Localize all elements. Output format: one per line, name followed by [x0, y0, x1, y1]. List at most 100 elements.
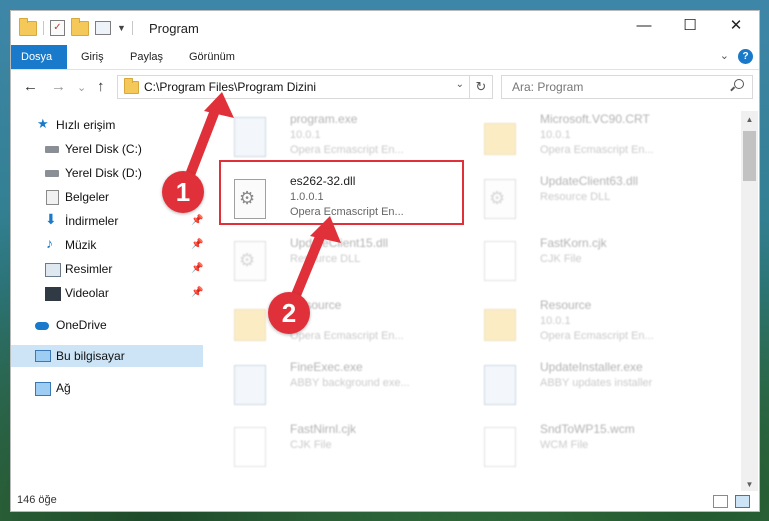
- properties-icon[interactable]: [95, 21, 111, 35]
- pin-icon[interactable]: 📌: [191, 234, 203, 256]
- file-tile[interactable]: SndToWP15.wcm WCM File: [466, 421, 706, 479]
- scroll-up-icon[interactable]: ▲: [741, 111, 758, 128]
- sidebar-item-label: Hızlı erişim: [56, 118, 116, 132]
- tab-home[interactable]: Giriş: [71, 45, 114, 69]
- file-detail: ABBY background exe...: [290, 377, 410, 389]
- cloud-icon: [35, 322, 49, 330]
- close-button[interactable]: ✕: [713, 11, 759, 41]
- checkmark-icon[interactable]: ✓: [50, 20, 65, 36]
- address-path[interactable]: C:\Program Files\Program Dizini: [144, 80, 316, 94]
- tab-view[interactable]: Görünüm: [179, 45, 245, 69]
- refresh-button[interactable]: ↻: [469, 76, 492, 98]
- help-icon[interactable]: ?: [738, 49, 753, 64]
- sidebar-item-label: İndirmeler: [65, 214, 119, 228]
- minimize-button[interactable]: —: [621, 11, 667, 41]
- file-detail: 10.0.1: [540, 315, 571, 327]
- file-name: Resource: [540, 298, 592, 312]
- sidebar-item-label: Videolar: [65, 286, 109, 300]
- tab-file[interactable]: Dosya: [11, 45, 67, 69]
- file-name: FastKorn.cjk: [540, 236, 607, 250]
- sidebar-item-pictures[interactable]: Resimler 📌: [11, 258, 203, 280]
- pin-icon[interactable]: 📌: [191, 282, 203, 304]
- recent-locations-icon[interactable]: ⌄: [77, 81, 86, 94]
- step-1-badge: 1: [162, 171, 204, 213]
- sidebar-item-onedrive[interactable]: OneDrive: [11, 314, 203, 336]
- dll-icon: [484, 179, 516, 219]
- window-title: Program: [149, 21, 199, 36]
- search-input[interactable]: Ara: Program: [512, 80, 583, 94]
- vertical-scrollbar[interactable]: ▲ ▼: [741, 111, 758, 493]
- file-tile[interactable]: Microsoft.VC90.CRT 10.0.1 Opera Ecmascri…: [466, 111, 706, 169]
- music-icon: ♪: [46, 235, 53, 251]
- tab-share[interactable]: Paylaş: [120, 45, 173, 69]
- file-tile[interactable]: Resource 10.0.1 Opera Ecmascript En...: [466, 297, 706, 355]
- star-icon: ★: [37, 116, 49, 131]
- exe-icon: [234, 365, 266, 405]
- details-view-icon[interactable]: [713, 495, 728, 508]
- sidebar-item-label: Müzik: [65, 238, 97, 252]
- sidebar-item-videos[interactable]: Videolar 📌: [11, 282, 203, 304]
- file-detail: Opera Ecmascript En...: [540, 144, 654, 156]
- ribbon-expand-icon[interactable]: ⌄: [720, 49, 729, 62]
- file-tile[interactable]: Resource Opera Ecmascript En...: [216, 297, 456, 355]
- sidebar-item-downloads[interactable]: ⬇ İndirmeler 📌: [11, 210, 203, 232]
- folder-icon[interactable]: [19, 17, 37, 36]
- quick-access-toolbar: ✓ ▼: [19, 17, 133, 36]
- file-name: UpdateClient63.dll: [540, 174, 639, 188]
- folder-icon: [484, 309, 516, 341]
- file-tile[interactable]: FineExec.exe ABBY background exe...: [216, 359, 456, 417]
- step-2-badge: 2: [268, 292, 310, 334]
- folder-icon: [124, 78, 139, 94]
- file-tile[interactable]: FastNirnl.cjk CJK File: [216, 421, 456, 479]
- pin-icon[interactable]: 📌: [191, 210, 203, 232]
- sidebar-item-label: Bu bilgisayar: [56, 349, 125, 363]
- forward-button[interactable]: →: [51, 78, 66, 95]
- file-detail: Opera Ecmascript En...: [290, 330, 404, 342]
- file-detail: 10.0.1: [290, 129, 321, 141]
- sidebar-item-disk-c[interactable]: Yerel Disk (C:): [11, 138, 203, 160]
- status-bar: 146 öğe: [11, 491, 759, 511]
- videos-icon: [45, 287, 61, 301]
- folder-icon: [234, 309, 266, 341]
- exe-icon: [484, 365, 516, 405]
- address-bar[interactable]: C:\Program Files\Program Dizini ⌄ ↻: [117, 75, 493, 99]
- sidebar-item-label: Resimler: [65, 262, 113, 276]
- sidebar-item-label: OneDrive: [56, 318, 107, 332]
- sidebar-item-network[interactable]: Ağ: [11, 377, 203, 399]
- search-box[interactable]: Ara: Program: [501, 75, 753, 99]
- sidebar-item-label: Ağ: [56, 381, 71, 395]
- file-detail: Resource DLL: [290, 253, 361, 265]
- file-detail: Resource DLL: [540, 191, 611, 203]
- sidebar-item-label: Yerel Disk (C:): [65, 142, 142, 156]
- large-icons-view-icon[interactable]: [735, 495, 750, 508]
- sidebar-item-music[interactable]: ♪ Müzik 📌: [11, 234, 203, 256]
- file-name: SndToWP15.wcm: [540, 422, 635, 436]
- back-button[interactable]: ←: [23, 78, 38, 95]
- scroll-thumb[interactable]: [743, 131, 756, 181]
- new-folder-icon[interactable]: [71, 17, 89, 36]
- file-icon: [484, 427, 516, 467]
- chevron-down-icon[interactable]: ⌄: [456, 79, 464, 90]
- sidebar-item-this-pc[interactable]: Bu bilgisayar: [11, 345, 203, 367]
- customize-toolbar-icon[interactable]: ▼: [117, 23, 126, 33]
- file-tile[interactable]: UpdateClient63.dll Resource DLL: [466, 173, 706, 231]
- file-tile[interactable]: FastKorn.cjk CJK File: [466, 235, 706, 293]
- file-detail: Opera Ecmascript En...: [540, 330, 654, 342]
- navigation-bar: ← → ⌄ ↑ C:\Program Files\Program Dizini …: [11, 71, 759, 103]
- file-name: FineExec.exe: [290, 360, 363, 374]
- toolbar-divider: [131, 21, 133, 35]
- computer-icon: [35, 350, 51, 362]
- search-icon[interactable]: [734, 79, 744, 89]
- pin-icon[interactable]: 📌: [191, 258, 203, 280]
- drive-icon: [45, 146, 59, 153]
- file-tile[interactable]: UpdateClient15.dll Resource DLL: [216, 235, 456, 293]
- up-button[interactable]: ↑: [97, 78, 105, 95]
- file-name: FastNirnl.cjk: [290, 422, 357, 436]
- network-icon: [35, 382, 51, 396]
- exe-icon: [234, 117, 266, 157]
- file-tile[interactable]: UpdateInstaller.exe ABBY updates install…: [466, 359, 706, 417]
- file-name: Microsoft.VC90.CRT: [540, 112, 650, 126]
- sidebar-item-quick-access[interactable]: ★ Hızlı erişim: [11, 114, 203, 136]
- file-detail: WCM File: [540, 439, 589, 451]
- maximize-button[interactable]: ☐: [667, 11, 713, 41]
